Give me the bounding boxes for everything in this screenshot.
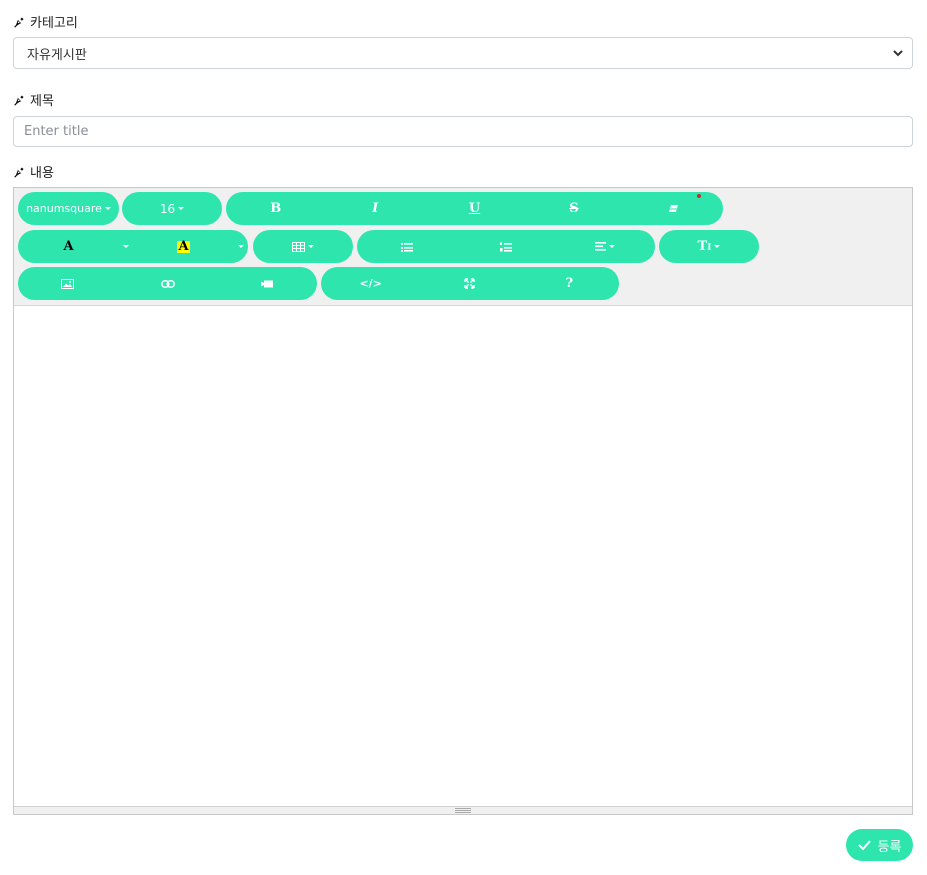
fore-color-icon: A — [63, 239, 74, 254]
back-color-dropdown[interactable] — [234, 230, 248, 263]
bold-button[interactable]: B — [226, 192, 325, 225]
rich-text-editor: nanumsquare 16 B I U S A A TI </> ? — [13, 187, 913, 815]
pen-nib-icon — [14, 95, 24, 106]
category-selected-value: 자유게시판 — [27, 47, 87, 63]
title-input[interactable]: Enter title — [13, 116, 913, 147]
back-color-button[interactable]: A — [133, 230, 234, 263]
underline-icon: U — [468, 201, 481, 216]
table-dropdown[interactable] — [253, 230, 353, 263]
expand-icon — [464, 278, 476, 289]
category-select[interactable]: 자유게시판 — [13, 37, 913, 69]
submit-button[interactable]: 등록 — [846, 829, 913, 861]
unordered-list-button[interactable] — [357, 230, 456, 263]
back-color-icon: A — [177, 238, 190, 254]
table-group — [253, 230, 353, 263]
italic-button[interactable]: I — [325, 192, 424, 225]
fullscreen-button[interactable] — [420, 267, 519, 300]
link-icon — [160, 279, 175, 288]
title-placeholder: Enter title — [24, 124, 89, 139]
clear-format-button[interactable] — [624, 192, 723, 225]
align-dropdown[interactable] — [556, 230, 655, 263]
help-icon: ? — [565, 276, 574, 291]
category-label-text: 카테고리 — [30, 16, 78, 31]
font-size-group: 16 — [122, 192, 222, 225]
code-icon: </> — [359, 277, 382, 290]
misc-group: </> ? — [321, 267, 619, 300]
color-group: A A — [18, 230, 248, 263]
check-icon — [857, 840, 871, 850]
underline-button[interactable]: U — [425, 192, 524, 225]
align-left-icon — [595, 242, 607, 251]
title-label: 제목 — [13, 90, 54, 109]
insert-link-button[interactable] — [118, 267, 218, 300]
content-label: 내용 — [13, 162, 54, 181]
style-icon: TI — [697, 239, 712, 254]
strikethrough-button[interactable]: S — [524, 192, 623, 225]
font-name-group: nanumsquare — [18, 192, 119, 225]
style-dropdown[interactable]: TI — [659, 230, 759, 263]
bold-icon: B — [270, 201, 282, 216]
font-name-value: nanumsquare — [26, 202, 102, 215]
font-size-value: 16 — [159, 201, 176, 216]
editor-content-area[interactable] — [14, 306, 912, 806]
table-icon — [292, 241, 305, 252]
submit-label: 등록 — [877, 839, 902, 855]
grip-icon — [455, 808, 471, 813]
paragraph-group — [357, 230, 655, 263]
code-view-button[interactable]: </> — [321, 267, 420, 300]
editor-resize-handle[interactable] — [14, 806, 912, 814]
style-group: TI — [659, 230, 759, 263]
numbered-list-icon — [499, 242, 512, 252]
content-label-text: 내용 — [30, 166, 54, 181]
video-icon — [261, 280, 274, 287]
editor-toolbar: nanumsquare 16 B I U S A A TI </> ? — [14, 188, 912, 306]
fore-color-dropdown[interactable] — [119, 230, 133, 263]
fore-color-button[interactable]: A — [18, 230, 119, 263]
eraser-icon — [668, 205, 678, 212]
notification-dot — [697, 194, 702, 198]
insert-video-button[interactable] — [217, 267, 317, 300]
bullet-list-icon — [400, 242, 413, 252]
chevron-down-icon — [893, 50, 903, 57]
picture-icon — [61, 278, 75, 289]
insert-group — [18, 267, 317, 300]
insert-image-button[interactable] — [18, 267, 118, 300]
pen-nib-icon — [14, 167, 24, 178]
pen-nib-icon — [14, 17, 24, 28]
help-button[interactable]: ? — [520, 267, 619, 300]
font-size-dropdown[interactable]: 16 — [122, 192, 222, 225]
category-label: 카테고리 — [13, 12, 78, 31]
strikethrough-icon: S — [569, 201, 579, 216]
text-format-group: B I U S — [226, 192, 723, 225]
font-name-dropdown[interactable]: nanumsquare — [18, 192, 119, 225]
title-label-text: 제목 — [30, 94, 54, 109]
ordered-list-button[interactable] — [456, 230, 555, 263]
italic-icon: I — [372, 201, 379, 216]
